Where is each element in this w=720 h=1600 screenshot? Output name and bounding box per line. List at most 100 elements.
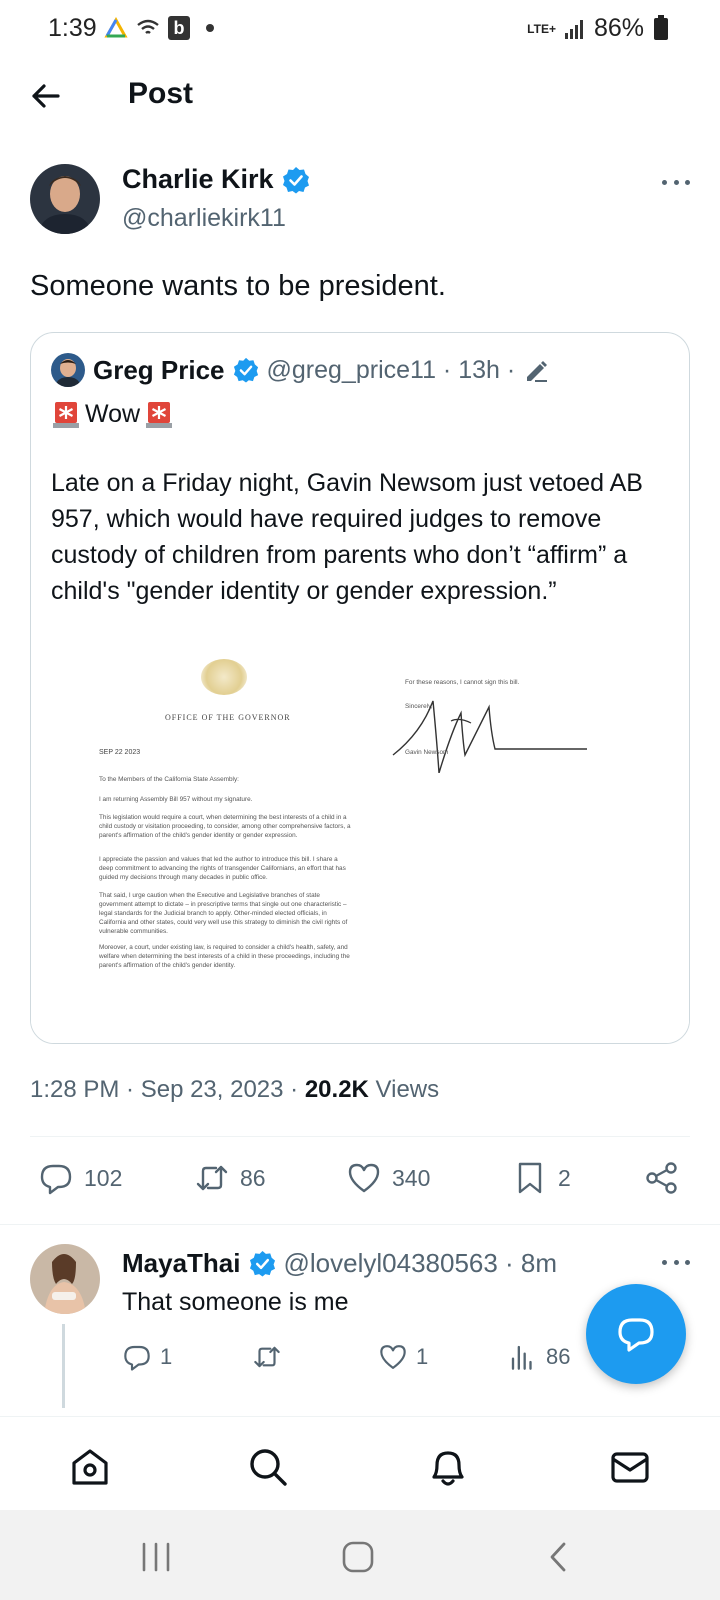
page-title: Post: [128, 77, 194, 110]
signature-icon: [392, 700, 587, 773]
post-timestamp: 1:28 PM · Sep 23, 2023 · 20.2K Views: [30, 1076, 440, 1103]
bookmark-icon: [518, 1162, 542, 1194]
police-light-icon: [53, 402, 79, 428]
home-notification-icon: [104, 16, 128, 38]
letter-date: SEP 22 2023: [99, 749, 141, 756]
repost-button[interactable]: 86: [194, 1160, 266, 1196]
reply-icon: [124, 1345, 150, 1371]
share-icon: [646, 1162, 677, 1194]
notification-dot-icon: [206, 24, 214, 32]
reply-bubble-icon: [618, 1318, 654, 1352]
network-type: LTE+: [527, 21, 556, 36]
edited-pencil-icon: [527, 361, 548, 382]
app-b-icon: b: [168, 16, 190, 40]
post-more-button[interactable]: [658, 170, 694, 194]
police-light-icon: [146, 402, 173, 428]
reply-author-meta: @lovelyl04380563 · 8m: [283, 1248, 558, 1278]
reply-author-name: MayaThai: [122, 1248, 241, 1278]
status-icons-right: LTE+ 86%: [527, 14, 668, 43]
quoted-author-meta: @greg_price11 · 13h ·: [266, 355, 516, 384]
verified-badge-icon: [233, 357, 258, 383]
battery-percent: 86%: [593, 14, 644, 42]
divider: [0, 1224, 720, 1225]
post-action-bar: 102 86 340 2: [0, 1148, 720, 1212]
quoted-post[interactable]: Greg Price @greg_price11 · 13h · Wow Lat…: [30, 332, 690, 1044]
letter-closing: For these reasons, I cannot sign this bi…: [405, 679, 520, 686]
nav-search[interactable]: [246, 1445, 290, 1489]
bell-icon: [432, 1451, 464, 1486]
status-bar: 1:39 b LTE+ 86%: [0, 0, 720, 60]
reply-button[interactable]: 102: [38, 1160, 122, 1196]
repost-icon: [254, 1346, 280, 1368]
letter-page-right: For these reasons, I cannot sign this bi…: [371, 653, 661, 813]
battery-icon: [654, 14, 668, 40]
status-icons-left: b: [104, 16, 214, 40]
wifi-icon: [137, 19, 159, 34]
reply-icon: [40, 1164, 72, 1195]
repost-icon: [196, 1165, 228, 1191]
divider: [30, 1136, 690, 1137]
reply-like-count: 1: [416, 1344, 429, 1369]
reply-text: That someone is me: [122, 1288, 349, 1316]
letter-salutation: To the Members of the California State A…: [99, 776, 239, 783]
reply-views-count: 86: [546, 1344, 571, 1369]
letter-paragraph: That said, I urge caution when the Execu…: [99, 892, 348, 935]
quoted-author-name: Greg Price: [93, 354, 225, 385]
reply-repost-button[interactable]: [252, 1342, 282, 1372]
reply-author-line[interactable]: MayaThai @lovelyl04380563 · 8m: [122, 1248, 557, 1279]
like-button[interactable]: 340: [346, 1160, 430, 1196]
mail-icon: [611, 1452, 649, 1483]
reply-count: 102: [84, 1164, 123, 1191]
repost-count: 86: [240, 1164, 266, 1191]
nav-notifications[interactable]: [426, 1445, 470, 1489]
compose-reply-button[interactable]: [586, 1284, 686, 1384]
header: Post: [0, 60, 720, 132]
bottom-navigation: [0, 1416, 720, 1510]
bookmark-count: 2: [558, 1164, 571, 1191]
reply-like-button[interactable]: 1: [378, 1342, 428, 1372]
search-icon: [250, 1449, 287, 1486]
quoted-post-text: Late on a Friday night, Gavin Newsom jus…: [51, 469, 643, 605]
system-navigation-bar: [0, 1510, 720, 1600]
letter-office: OFFICE OF THE GOVERNOR: [165, 713, 291, 722]
author-avatar[interactable]: [30, 164, 100, 234]
letter-paragraph: Moreover, a court, under existing law, i…: [99, 944, 350, 969]
views-count: 20.2K: [304, 1076, 369, 1103]
post-text: Someone wants to be president.: [30, 270, 446, 302]
letter-paragraph: This legislation would require a court, …: [99, 814, 351, 839]
verified-badge-icon: [249, 1250, 275, 1277]
heart-icon: [348, 1163, 380, 1193]
home-icon: [72, 1449, 108, 1485]
nav-messages[interactable]: [608, 1445, 652, 1489]
quoted-wow-line: Wow: [51, 399, 174, 429]
system-back-icon[interactable]: [544, 1540, 574, 1574]
back-arrow-icon: [32, 84, 60, 108]
author-name[interactable]: Charlie Kirk: [122, 164, 310, 195]
system-home-icon[interactable]: [340, 1540, 376, 1574]
letter-paragraph: I appreciate the passion and values that…: [99, 856, 346, 881]
governor-seal-icon: [201, 659, 247, 695]
quoted-post-header: Greg Price @greg_price11 · 13h ·: [51, 353, 549, 387]
status-time: 1:39: [48, 14, 97, 42]
thread-line: [62, 1324, 65, 1408]
recent-apps-icon[interactable]: [138, 1540, 174, 1574]
signal-icon: [564, 19, 583, 39]
reply-more-button[interactable]: [658, 1250, 694, 1274]
nav-home[interactable]: [68, 1445, 112, 1489]
bookmark-button[interactable]: 2: [512, 1160, 571, 1196]
reply-reply-count: 1: [160, 1344, 173, 1369]
veto-letter-image[interactable]: OFFICE OF THE GOVERNOR SEP 22 2023 To th…: [31, 653, 689, 1043]
verified-badge-icon: [282, 166, 309, 193]
back-button[interactable]: [26, 76, 66, 116]
views-chart-icon: [511, 1345, 532, 1370]
letter-page-left: OFFICE OF THE GOVERNOR SEP 22 2023 To th…: [61, 653, 351, 1033]
letter-paragraph: I am returning Assembly Bill 957 without…: [99, 796, 253, 803]
share-button[interactable]: [644, 1160, 680, 1196]
reply-reply-button[interactable]: 1: [122, 1342, 172, 1372]
author-handle[interactable]: @charliekirk11: [122, 204, 286, 233]
reply-views-button[interactable]: 86: [508, 1342, 570, 1372]
letter-signer: Gavin Newsom: [405, 749, 449, 756]
heart-icon: [380, 1345, 406, 1369]
quoted-author-avatar: [51, 353, 85, 387]
reply-author-avatar[interactable]: [30, 1244, 100, 1314]
